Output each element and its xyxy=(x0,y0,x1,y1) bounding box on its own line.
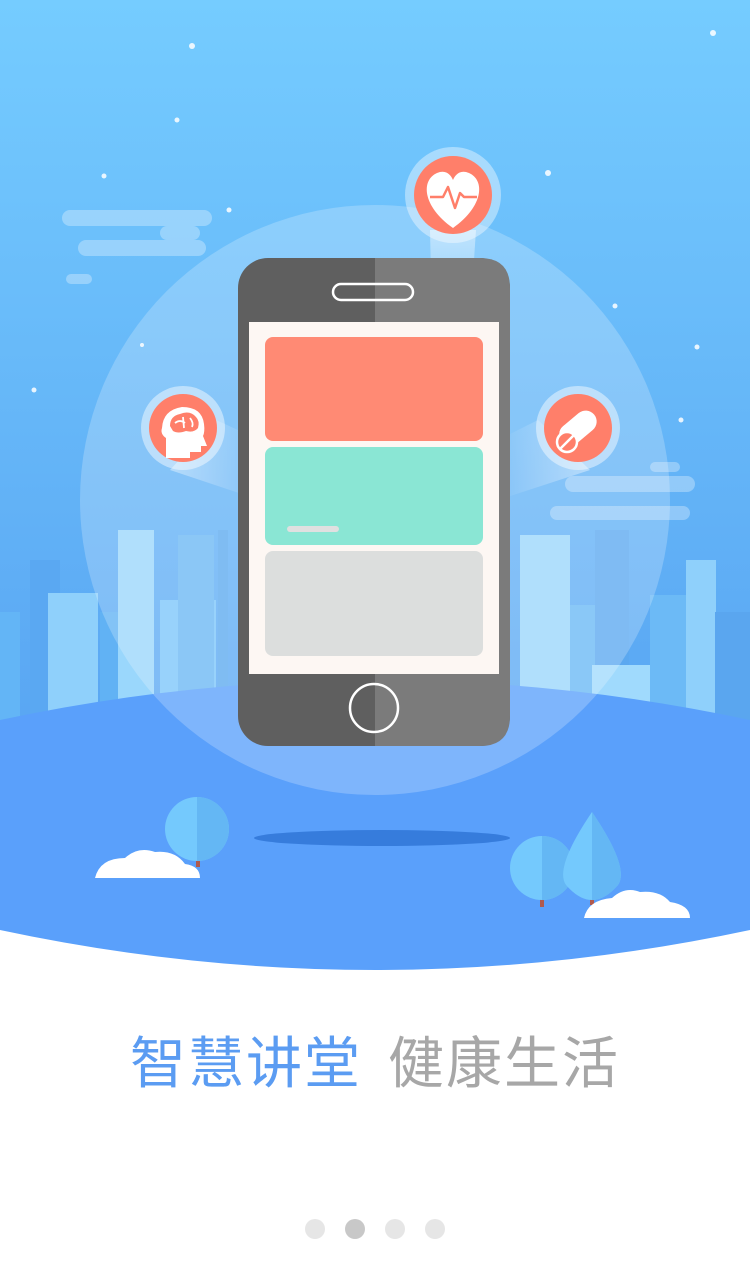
slogan-secondary: 健康生活 xyxy=(388,1032,620,1097)
hero-illustration xyxy=(0,0,750,1000)
slogan-text: 智慧讲堂 健康生活 xyxy=(0,1030,750,1100)
pill-icon xyxy=(536,386,620,470)
guide-screen: 智慧讲堂 健康生活 xyxy=(0,0,750,1280)
slogan-primary: 智慧讲堂 xyxy=(130,1032,362,1097)
page-dot-2-active[interactable] xyxy=(345,1219,365,1239)
page-dot-3[interactable] xyxy=(385,1219,405,1239)
phone-shadow xyxy=(254,830,510,846)
phone-device xyxy=(238,258,510,746)
screen-card-green-line xyxy=(287,526,339,532)
heart-pulse-icon xyxy=(405,147,501,243)
page-indicator xyxy=(0,1219,750,1241)
page-dot-4[interactable] xyxy=(425,1219,445,1239)
screen-card-gray xyxy=(265,551,483,656)
screen-card-red xyxy=(265,337,483,441)
brain-head-icon xyxy=(141,386,225,470)
page-dot-1[interactable] xyxy=(305,1219,325,1239)
